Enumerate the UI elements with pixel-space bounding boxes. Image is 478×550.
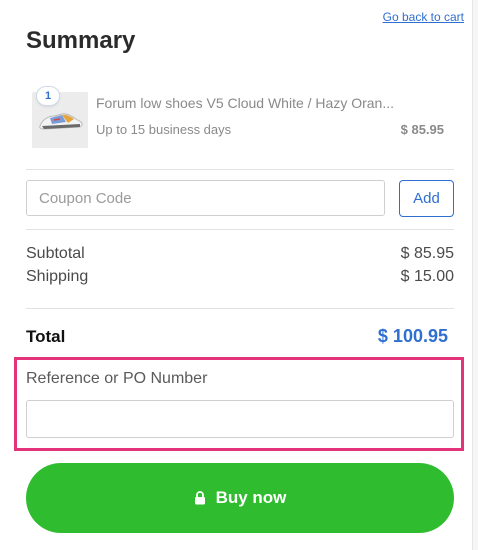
product-price: $ 85.95 (400, 122, 444, 137)
coupon-code-input[interactable] (26, 180, 385, 216)
shipping-label: Shipping (26, 268, 89, 285)
divider (26, 229, 454, 230)
shipping-value: $ 15.00 (400, 268, 454, 285)
go-back-to-cart-link[interactable]: Go back to cart (383, 10, 464, 24)
buy-now-label: Buy now (215, 488, 287, 507)
quantity-badge: 1 (36, 86, 60, 106)
delivery-estimate: Up to 15 business days (96, 122, 232, 137)
lock-icon (194, 491, 206, 505)
add-coupon-button[interactable]: Add (399, 180, 454, 217)
divider (26, 308, 454, 309)
subtotal-value: $ 85.95 (400, 245, 454, 262)
reference-po-input[interactable] (26, 400, 454, 438)
cart-item: 1 Forum low shoes V5 Cloud White / Hazy … (26, 86, 456, 150)
total-label: Total (26, 327, 66, 346)
side-scroll-gutter (472, 0, 478, 550)
summary-title: Summary (26, 27, 136, 54)
buy-now-button[interactable]: Buy now (26, 463, 454, 533)
total-value: $ 100.95 (377, 326, 448, 346)
reference-label: Reference or PO Number (26, 370, 208, 387)
subtotal-label: Subtotal (26, 245, 85, 262)
product-name: Forum low shoes V5 Cloud White / Hazy Or… (96, 95, 394, 111)
divider (26, 169, 454, 170)
order-summary-card: Go back to cart Summary 1 Forum low shoe… (0, 0, 472, 550)
